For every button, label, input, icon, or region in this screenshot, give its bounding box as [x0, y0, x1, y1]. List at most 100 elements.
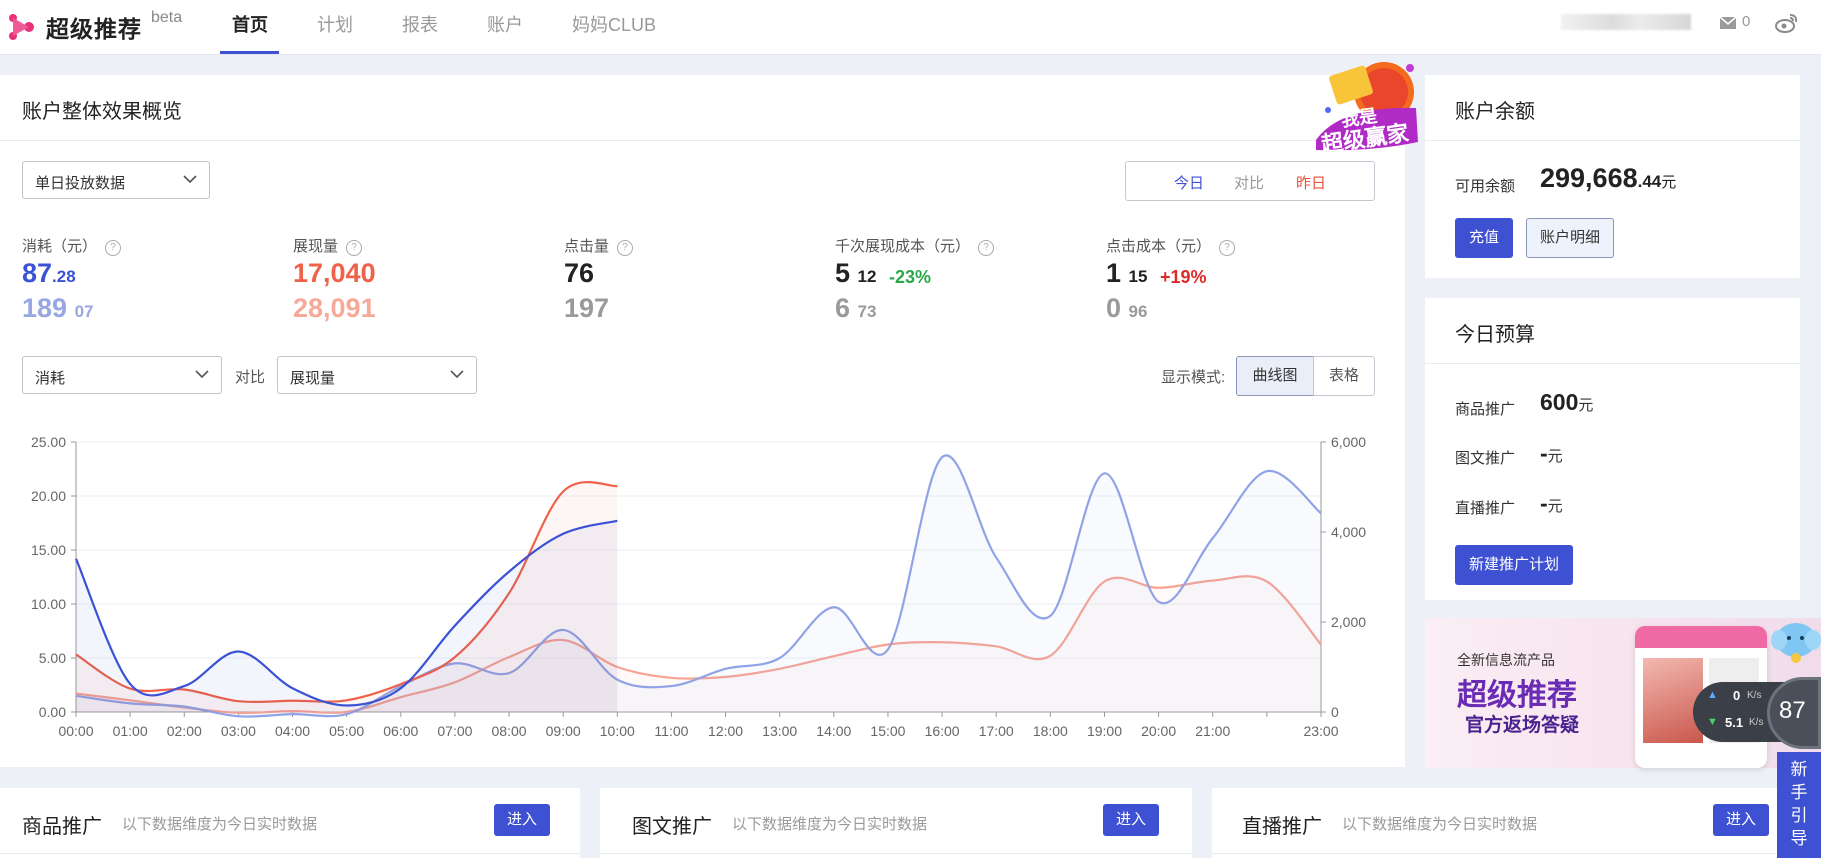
- x-tick-label: 09:00: [546, 723, 581, 739]
- tab-yesterday[interactable]: 昨日: [1296, 172, 1326, 193]
- nav-mama-club[interactable]: 妈妈CLUB: [572, 11, 656, 37]
- x-tick-label: 05:00: [329, 723, 364, 739]
- divider: [0, 140, 1405, 141]
- x-tick-label: 16:00: [925, 723, 960, 739]
- chevron-down-icon: [183, 175, 197, 184]
- bottom-panel-subtitle: 以下数据维度为今日实时数据: [732, 816, 928, 833]
- x-tick-label: 07:00: [437, 723, 472, 739]
- nav-report[interactable]: 报表: [402, 11, 438, 37]
- metric-cpc-yesterday: 0 96: [1106, 293, 1148, 323]
- y-right-tick-label: 4,000: [1331, 524, 1366, 540]
- bottom-panel-title: 商品推广: [22, 816, 102, 838]
- trend-line-chart: 25.00 20.00 15.00 10.00 5.00 0.00 6,000 4,000 2,…: [31, 434, 1366, 739]
- tab-compare[interactable]: 对比: [1234, 172, 1264, 193]
- budget-row-label: 直播推广: [1455, 500, 1516, 517]
- y-left-tick-label: 0.00: [39, 704, 66, 720]
- tab-today[interactable]: 今日: [1174, 172, 1204, 193]
- chevron-down-icon: [450, 370, 464, 379]
- weibo-icon[interactable]: [1775, 12, 1799, 34]
- metric-impressions-yesterday: 28,091: [293, 293, 376, 323]
- mode-table-button[interactable]: 表格: [1313, 356, 1375, 396]
- account-detail-button[interactable]: 账户明细: [1526, 218, 1614, 258]
- enter-live-button[interactable]: 进入: [1713, 804, 1769, 836]
- help-icon[interactable]: ?: [617, 240, 634, 256]
- budget-row-value: 600元: [1540, 389, 1594, 415]
- bottom-panel-title: 图文推广: [632, 816, 712, 838]
- mail-count: 0: [1742, 13, 1751, 30]
- usage-percent: 87: [1779, 697, 1806, 724]
- x-tick-label: 03:00: [221, 723, 256, 739]
- x-tick-label: 08:00: [492, 723, 527, 739]
- super-winner-badge[interactable]: 我是 超级赢家: [1310, 58, 1422, 158]
- enter-product-button[interactable]: 进入: [494, 804, 550, 836]
- bottom-panel-subtitle: 以下数据维度为今日实时数据: [1342, 816, 1538, 833]
- x-tick-label: 19:00: [1087, 723, 1122, 739]
- budget-row-label: 商品推广: [1455, 401, 1516, 418]
- new-plan-button[interactable]: 新建推广计划: [1455, 545, 1573, 585]
- metric-select-primary[interactable]: 消耗: [22, 356, 222, 394]
- budget-title: 今日预算: [1455, 324, 1535, 346]
- balance-label: 可用余额: [1455, 178, 1516, 195]
- banner-line2: 超级推荐: [1457, 679, 1577, 712]
- help-icon[interactable]: ?: [978, 240, 995, 256]
- bottom-panel-title: 直播推广: [1242, 816, 1322, 838]
- y-left-tick-label: 5.00: [39, 650, 66, 666]
- divider: [1425, 363, 1800, 364]
- x-tick-label: 10:00: [600, 723, 635, 739]
- metric-label-cost: 消耗（元）?: [22, 235, 122, 256]
- newbie-guide-button[interactable]: 新手引导: [1777, 752, 1821, 858]
- y-right-tick-label: 0: [1331, 704, 1339, 720]
- x-tick-label: 18:00: [1033, 723, 1068, 739]
- y-right-tick-label: 2,000: [1331, 614, 1366, 630]
- data-range-value: 单日投放数据: [35, 175, 126, 192]
- x-tick-label: 11:00: [654, 723, 688, 739]
- metric-cpm-yesterday: 6 73: [835, 293, 877, 323]
- network-speed-widget[interactable]: ▲ 0 K/s ▼ 5.1 K/s 87: [1693, 677, 1821, 749]
- bottom-panel-subtitle: 以下数据维度为今日实时数据: [122, 816, 318, 833]
- nav-active-indicator: [220, 51, 279, 54]
- enter-graphic-button[interactable]: 进入: [1103, 804, 1159, 836]
- y-right-tick-label: 6,000: [1331, 434, 1366, 450]
- upload-arrow-icon: ▲: [1707, 689, 1718, 701]
- mail-icon[interactable]: [1719, 16, 1737, 30]
- metric-clicks-today: 76: [564, 258, 595, 288]
- x-tick-label: 06:00: [383, 723, 418, 739]
- x-tick-label: 15:00: [870, 723, 905, 739]
- metric-select-primary-value: 消耗: [35, 370, 66, 387]
- divider: [1212, 853, 1802, 854]
- metric-clicks-yesterday: 197: [564, 293, 610, 323]
- x-tick-label: 23:00: [1303, 723, 1338, 739]
- x-tick-label: 00:00: [58, 723, 93, 739]
- help-icon[interactable]: ?: [346, 240, 363, 256]
- divider: [600, 853, 1192, 854]
- budget-row-value: -元: [1540, 490, 1563, 516]
- compare-segment: 今日 对比 昨日: [1125, 161, 1375, 201]
- top-navigation-bar: 超级推荐 beta 首页 计划 报表 账户 妈妈CLUB 0: [0, 0, 1821, 55]
- y-left-tick-label: 25.00: [31, 434, 66, 450]
- nav-account[interactable]: 账户: [487, 11, 523, 37]
- divider: [0, 853, 580, 854]
- user-name-blurred[interactable]: [1561, 14, 1691, 30]
- help-icon[interactable]: ?: [1219, 240, 1236, 256]
- nav-home[interactable]: 首页: [232, 11, 268, 37]
- metric-cpm-change: -23%: [889, 267, 932, 287]
- display-mode-label: 显示模式:: [1161, 369, 1226, 386]
- divider: [1425, 140, 1800, 141]
- metric-select-secondary-value: 展现量: [290, 370, 336, 387]
- y-left-tick-label: 15.00: [31, 542, 66, 558]
- download-arrow-icon: ▼: [1707, 716, 1718, 728]
- mode-curve-button[interactable]: 曲线图: [1236, 356, 1314, 396]
- beta-tag: beta: [151, 9, 183, 26]
- metric-cpc-change: +19%: [1160, 267, 1207, 287]
- data-range-select[interactable]: 单日投放数据: [22, 161, 210, 199]
- nav-plan[interactable]: 计划: [317, 11, 353, 37]
- x-tick-label: 12:00: [708, 723, 743, 739]
- metric-select-secondary[interactable]: 展现量: [277, 356, 477, 394]
- metric-label-cpm: 千次展现成本（元）?: [835, 235, 995, 256]
- help-icon[interactable]: ?: [105, 240, 122, 256]
- metric-impressions-today: 17,040: [293, 258, 376, 288]
- recharge-button[interactable]: 充值: [1455, 218, 1513, 258]
- elephant-mascot-icon[interactable]: [1771, 618, 1821, 666]
- x-tick-label: 21:00: [1195, 723, 1230, 739]
- upload-speed: 0: [1733, 688, 1741, 703]
